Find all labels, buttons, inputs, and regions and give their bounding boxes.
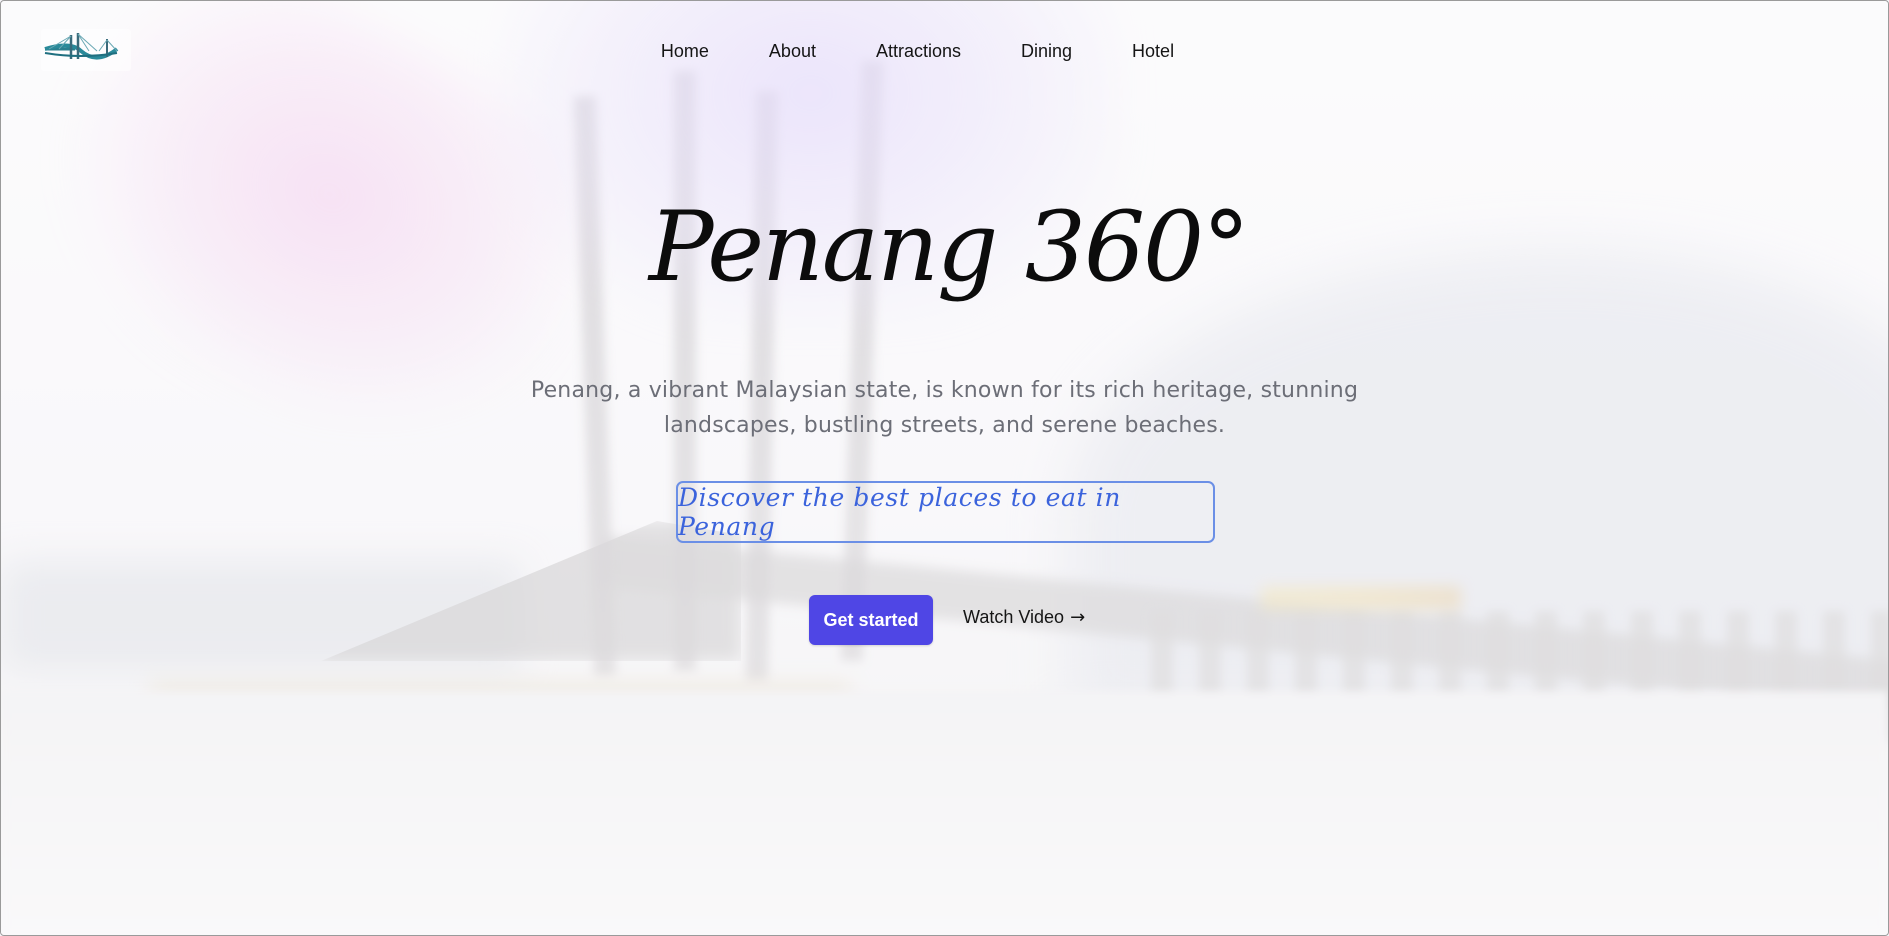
page-frame: Home About Attractions Dining Hotel Pena… [0, 0, 1889, 936]
dining-cta-banner[interactable]: Discover the best places to eat in Penan… [676, 481, 1215, 543]
background-bridge-image [1, 1, 1888, 935]
nav-dining[interactable]: Dining [1021, 37, 1072, 66]
watch-video-link[interactable]: Watch Video → [963, 607, 1085, 628]
watch-video-label: Watch Video [963, 607, 1065, 627]
nav-home[interactable]: Home [661, 37, 709, 66]
main-navigation: Home About Attractions Dining Hotel [1, 37, 1888, 66]
hero-description: Penang, a vibrant Malaysian state, is kn… [530, 378, 1359, 438]
get-started-button[interactable]: Get started [809, 595, 933, 645]
nav-about[interactable]: About [769, 37, 816, 66]
hero-description-wrap: Penang, a vibrant Malaysian state, is kn… [1, 373, 1888, 443]
dining-cta-text: Discover the best places to eat in Penan… [678, 483, 1121, 541]
nav-attractions[interactable]: Attractions [876, 37, 961, 66]
hero-title: Penang 360° [648, 191, 1250, 303]
nav-hotel[interactable]: Hotel [1132, 37, 1174, 66]
arrow-right-icon: → [1070, 607, 1086, 628]
